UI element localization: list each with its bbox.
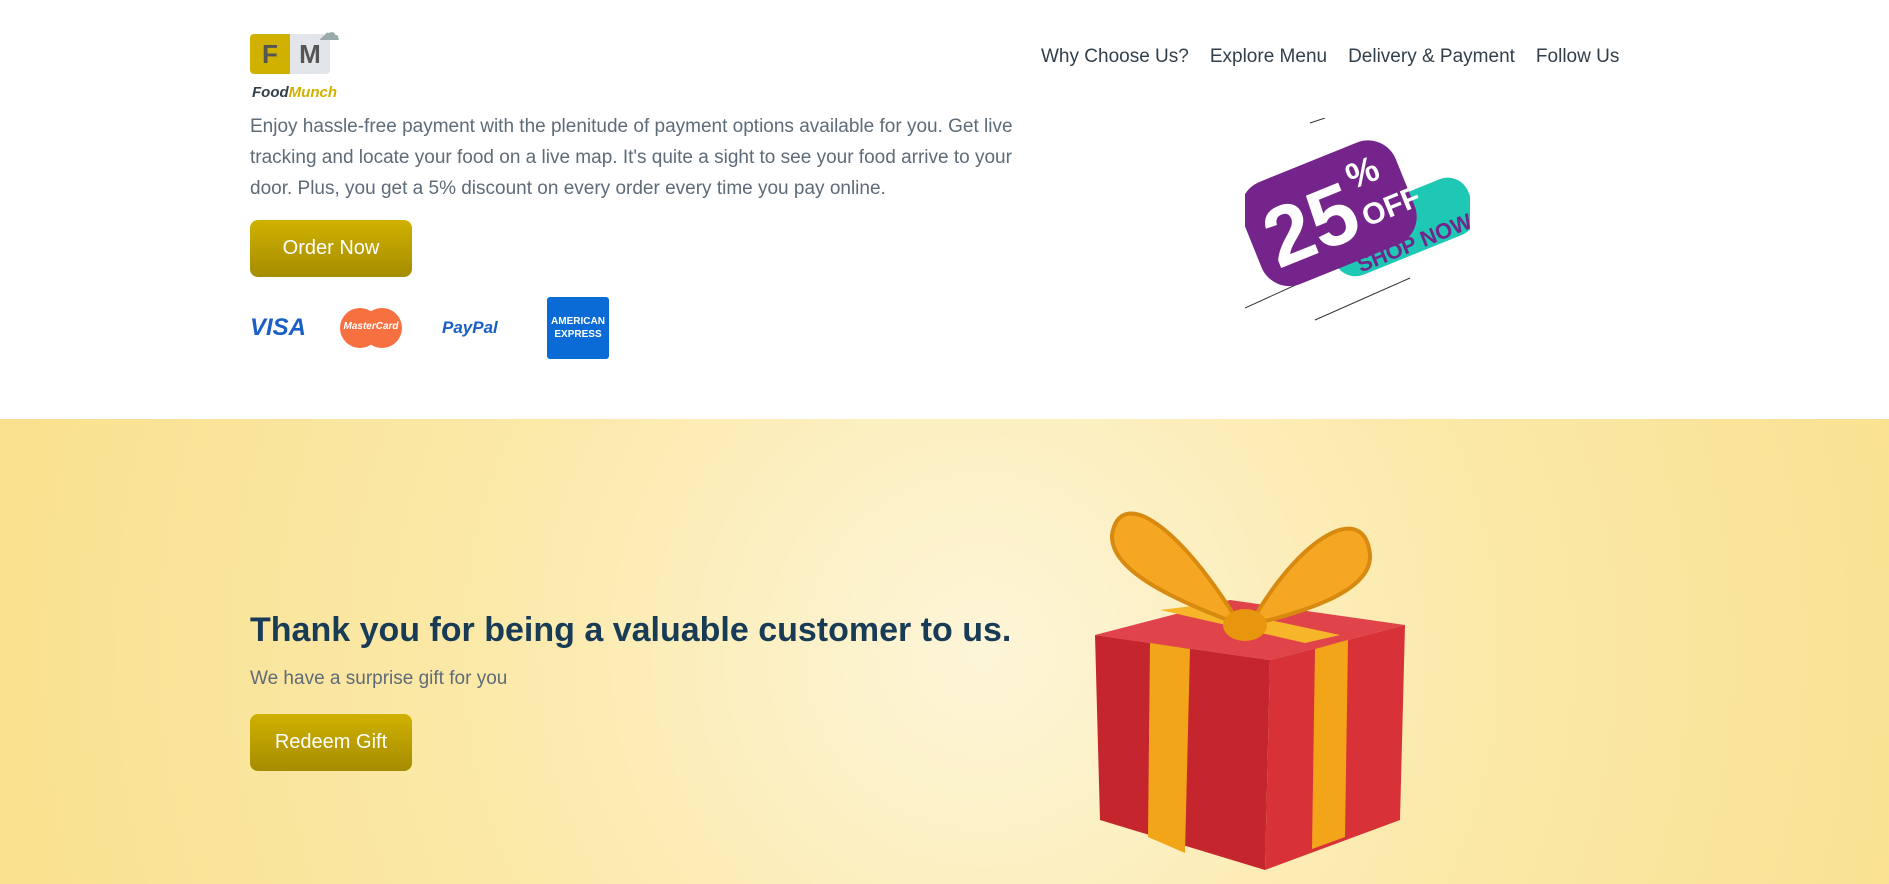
gift-box-icon [1095,511,1405,870]
paypal-icon: PayPal [442,318,498,337]
nav-follow-us[interactable]: Follow Us [1536,46,1619,68]
mastercard-icon: MasterCard [340,308,402,348]
chef-hat-icon: ☁ [318,20,340,45]
logo[interactable]: FM ☁ FoodMunch [250,20,360,105]
thanks-title: Thank you for being a valuable customer … [250,611,1012,649]
payment-description: Enjoy hassle-free payment with the pleni… [250,116,1013,199]
brand-name: FoodMunch [252,84,337,101]
payment-methods: VISA MasterCard PayPal AMERICAN EXPRESS [250,297,609,359]
nav-explore-menu[interactable]: Explore Menu [1210,46,1327,68]
logo-f: F [250,34,290,74]
order-now-button[interactable]: Order Now [250,220,412,277]
nav-delivery-payment[interactable]: Delivery & Payment [1348,46,1515,68]
amex-icon: AMERICAN EXPRESS [547,297,609,359]
visa-icon: VISA [250,314,307,341]
nav-why-choose-us[interactable]: Why Choose Us? [1041,46,1189,68]
thanks-subtitle: We have a surprise gift for you [250,668,508,689]
redeem-gift-button[interactable]: Redeem Gift [250,714,412,771]
discount-badge: 25 % OFF SHOP NOW [1245,118,1470,321]
gift-section: Thank you for being a valuable customer … [0,419,1889,884]
main-nav: Why Choose Us? Explore Menu Delivery & P… [1041,46,1619,68]
